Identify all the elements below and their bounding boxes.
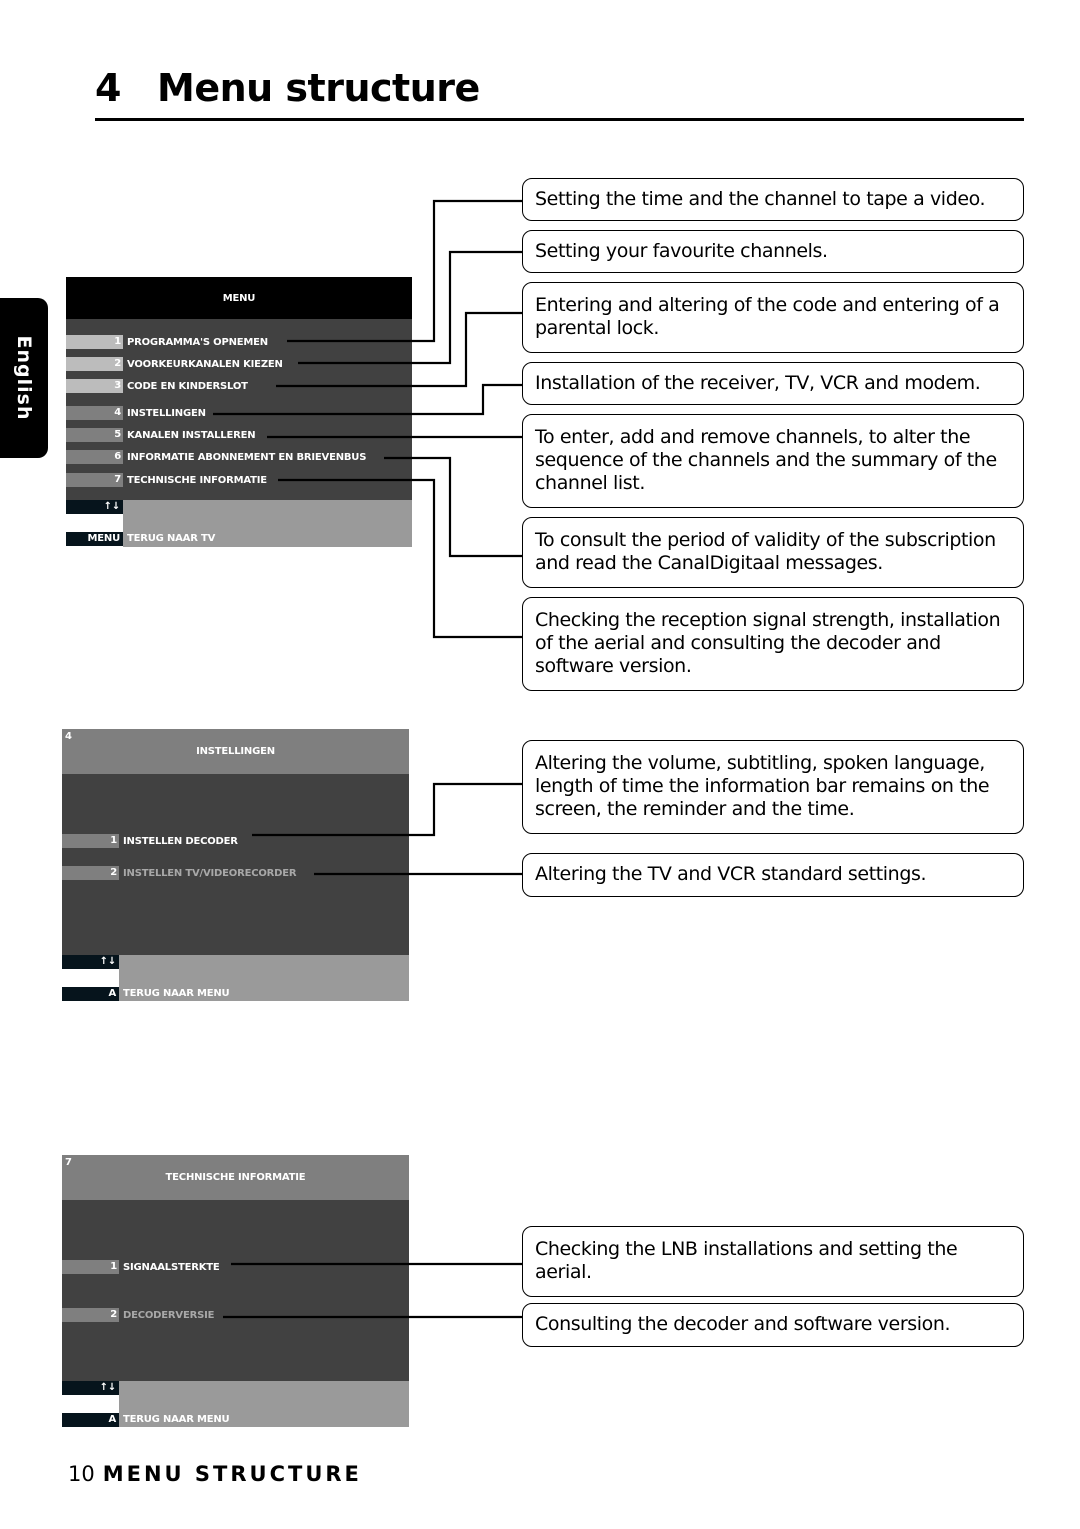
back-to-menu-label: TERUG NAAR MENU bbox=[123, 988, 230, 999]
desc-parental-lock: Entering and altering of the code and en… bbox=[522, 282, 1024, 353]
technical-menu-header: TECHNISCHE INFORMATIE bbox=[62, 1155, 409, 1200]
menu-item-number: 1 bbox=[66, 335, 123, 349]
main-menu-header: MENU bbox=[66, 277, 412, 319]
settings-item-2[interactable]: 2 INSTELLEN TV/VIDEORECORDER bbox=[62, 866, 297, 880]
desc-subscription: To consult the period of validity of the… bbox=[522, 517, 1024, 588]
menu-item-label: INFORMATIE ABONNEMENT EN BRIEVENBUS bbox=[127, 451, 367, 463]
menu-item-3[interactable]: 3 CODE EN KINDERSLOT bbox=[66, 379, 248, 393]
menu-item-label: INSTELLINGEN bbox=[127, 407, 206, 419]
menu-item-label: INSTELLEN DECODER bbox=[123, 835, 238, 847]
settings-menu-title: INSTELLINGEN bbox=[196, 746, 275, 757]
language-label: English bbox=[13, 335, 35, 421]
menu-item-number: 1 bbox=[62, 834, 119, 848]
desc-decoder-version: Consulting the decoder and software vers… bbox=[522, 1303, 1024, 1347]
section-name: MENU STRUCTURE bbox=[102, 1462, 362, 1486]
language-tab: English bbox=[0, 298, 48, 458]
back-to-menu-label: TERUG NAAR MENU bbox=[123, 1414, 230, 1425]
desc-favourites: Setting your favourite channels. bbox=[522, 230, 1024, 273]
title-rule bbox=[95, 118, 1024, 121]
arrow-keys-icon: ↑↓ bbox=[62, 955, 119, 969]
menu-item-number: 3 bbox=[66, 379, 123, 393]
menu-item-number: 2 bbox=[62, 866, 119, 880]
technical-menu-number: 7 bbox=[65, 1157, 72, 1168]
menu-item-number: 2 bbox=[62, 1308, 119, 1322]
desc-installation: Installation of the receiver, TV, VCR an… bbox=[522, 362, 1024, 405]
settings-item-1[interactable]: 1 INSTELLEN DECODER bbox=[62, 834, 238, 848]
settings-menu-body bbox=[62, 774, 409, 955]
desc-tv-vcr-settings: Altering the TV and VCR standard setting… bbox=[522, 853, 1024, 897]
menu-item-label: INSTELLEN TV/VIDEORECORDER bbox=[123, 867, 297, 879]
menu-item-number: 4 bbox=[66, 406, 123, 420]
arrow-keys-icon: ↑↓ bbox=[62, 1381, 119, 1395]
page-title: 4 Menu structure bbox=[95, 66, 480, 110]
chapter-number: 4 bbox=[95, 66, 121, 110]
page-number: 10 bbox=[68, 1462, 95, 1486]
menu-item-label: KANALEN INSTALLEREN bbox=[127, 429, 256, 441]
technical-item-1[interactable]: 1 SIGNAALSTERKTE bbox=[62, 1260, 220, 1274]
a-key[interactable]: A bbox=[62, 1413, 119, 1427]
settings-menu-number: 4 bbox=[65, 731, 72, 742]
menu-item-7[interactable]: 7 TECHNISCHE INFORMATIE bbox=[66, 473, 267, 487]
a-key[interactable]: A bbox=[62, 987, 119, 1001]
settings-menu-screen: INSTELLINGEN 4 1 INSTELLEN DECODER 2 INS… bbox=[62, 729, 409, 1001]
menu-item-2[interactable]: 2 VOORKEURKANALEN KIEZEN bbox=[66, 357, 283, 371]
desc-channels: To enter, add and remove channels, to al… bbox=[522, 414, 1024, 508]
menu-item-number: 2 bbox=[66, 357, 123, 371]
desc-technical-info: Checking the reception signal strength, … bbox=[522, 597, 1024, 691]
settings-menu-header: INSTELLINGEN bbox=[62, 729, 409, 774]
menu-item-6[interactable]: 6 INFORMATIE ABONNEMENT EN BRIEVENBUS bbox=[66, 450, 366, 464]
menu-item-label: VOORKEURKANALEN KIEZEN bbox=[127, 358, 283, 370]
menu-item-1[interactable]: 1 PROGRAMMA'S OPNEMEN bbox=[66, 335, 268, 349]
chapter-title: Menu structure bbox=[157, 66, 480, 110]
desc-recording: Setting the time and the channel to tape… bbox=[522, 178, 1024, 221]
menu-item-number: 1 bbox=[62, 1260, 119, 1274]
menu-item-label: DECODERVERSIE bbox=[123, 1309, 215, 1321]
page-footer: 10 MENU STRUCTURE bbox=[68, 1462, 362, 1486]
technical-menu-title: TECHNISCHE INFORMATIE bbox=[165, 1172, 306, 1183]
arrow-keys-icon: ↑↓ bbox=[66, 500, 123, 514]
desc-decoder-settings: Altering the volume, subtitling, spoken … bbox=[522, 740, 1024, 834]
main-menu-screen: MENU 1 PROGRAMMA'S OPNEMEN 2 VOORKEURKAN… bbox=[66, 277, 412, 547]
menu-item-label: SIGNAALSTERKTE bbox=[123, 1261, 220, 1273]
menu-item-number: 7 bbox=[66, 473, 123, 487]
menu-item-number: 5 bbox=[66, 428, 123, 442]
technical-item-2[interactable]: 2 DECODERVERSIE bbox=[62, 1308, 214, 1322]
technical-menu-body bbox=[62, 1200, 409, 1381]
technical-menu-screen: TECHNISCHE INFORMATIE 7 1 SIGNAALSTERKTE… bbox=[62, 1155, 409, 1427]
menu-item-label: CODE EN KINDERSLOT bbox=[127, 380, 248, 392]
menu-item-4[interactable]: 4 INSTELLINGEN bbox=[66, 406, 206, 420]
menu-item-label: TECHNISCHE INFORMATIE bbox=[127, 474, 267, 486]
menu-key[interactable]: MENU bbox=[66, 532, 123, 546]
main-menu-title: MENU bbox=[222, 292, 256, 304]
menu-item-5[interactable]: 5 KANALEN INSTALLEREN bbox=[66, 428, 256, 442]
menu-item-label: PROGRAMMA'S OPNEMEN bbox=[127, 336, 268, 348]
desc-signal-strength: Checking the LNB installations and setti… bbox=[522, 1226, 1024, 1297]
back-to-tv-label: TERUG NAAR TV bbox=[127, 533, 216, 544]
menu-item-number: 6 bbox=[66, 450, 123, 464]
